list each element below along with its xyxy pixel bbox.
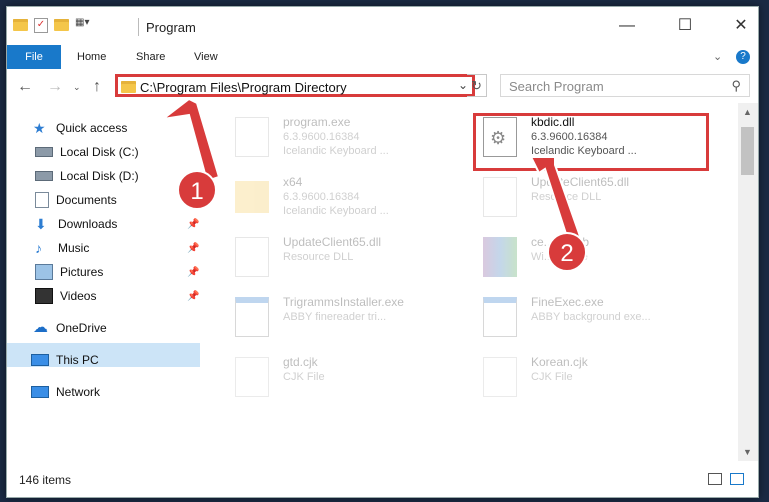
- arrow-2: [529, 156, 583, 245]
- step-marker-1: 1: [177, 170, 217, 210]
- explorer-window: ✓ ▦▾ Program — ☐ ✕ File Home Share View …: [6, 6, 759, 498]
- step-marker-2: 2: [547, 232, 587, 272]
- annotation-arrows: [162, 97, 583, 245]
- arrow-1: [162, 97, 221, 183]
